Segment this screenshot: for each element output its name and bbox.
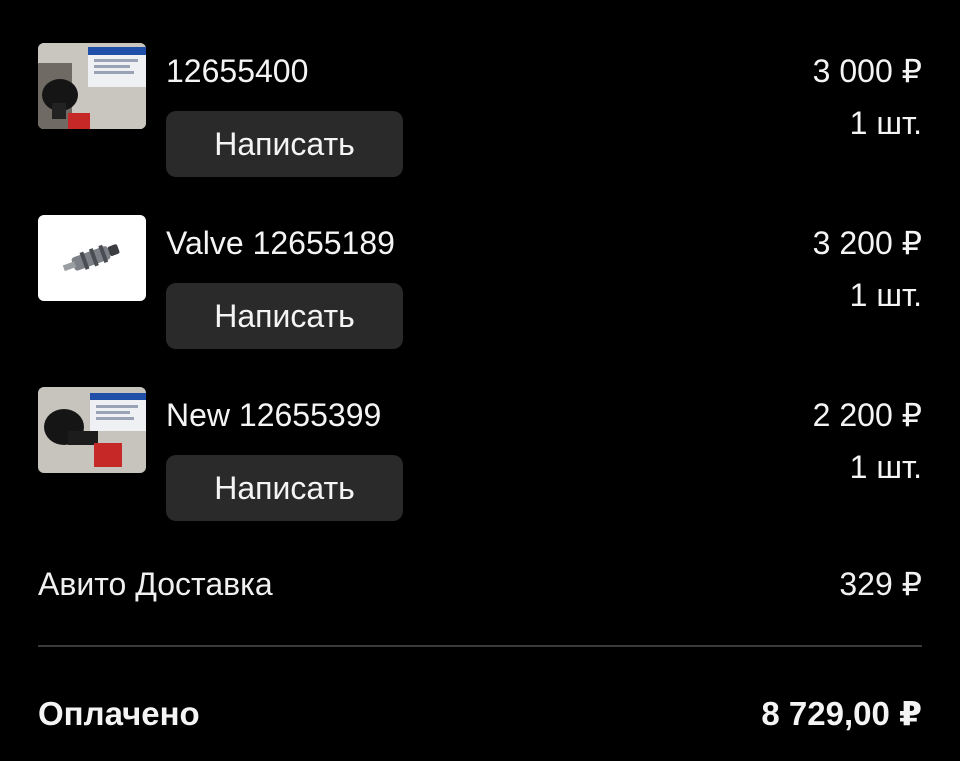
item-title[interactable]: 12655400 xyxy=(166,51,308,91)
item-title[interactable]: Valve 12655189 xyxy=(166,223,395,263)
divider xyxy=(38,645,922,647)
item-quantity: 1 шт. xyxy=(849,449,922,485)
write-seller-button[interactable]: Написать xyxy=(166,111,403,177)
item-thumbnail[interactable] xyxy=(38,43,146,129)
order-item: Valve 12655189 Написать 3 200 ₽ 1 шт. xyxy=(0,215,960,355)
item-thumbnail[interactable] xyxy=(38,215,146,301)
item-price: 3 200 ₽ xyxy=(812,225,922,261)
delivery-price: 329 ₽ xyxy=(839,566,922,602)
item-price: 3 000 ₽ xyxy=(812,53,922,89)
item-quantity: 1 шт. xyxy=(849,277,922,313)
delivery-label: Авито Доставка xyxy=(38,566,273,602)
write-seller-button[interactable]: Написать xyxy=(166,283,403,349)
item-price: 2 200 ₽ xyxy=(812,397,922,433)
order-item: 12655400 Написать 3 000 ₽ 1 шт. xyxy=(0,43,960,183)
total-value: 8 729,00 ₽ xyxy=(761,695,922,732)
order-item: New 12655399 Написать 2 200 ₽ 1 шт. xyxy=(0,387,960,527)
item-title[interactable]: New 12655399 xyxy=(166,395,381,435)
total-row: Оплачено 8 729,00 ₽ xyxy=(38,692,922,736)
write-seller-button[interactable]: Написать xyxy=(166,455,403,521)
total-label: Оплачено xyxy=(38,695,200,732)
delivery-row: Авито Доставка 329 ₽ xyxy=(38,564,922,604)
item-quantity: 1 шт. xyxy=(849,105,922,141)
item-thumbnail[interactable] xyxy=(38,387,146,473)
